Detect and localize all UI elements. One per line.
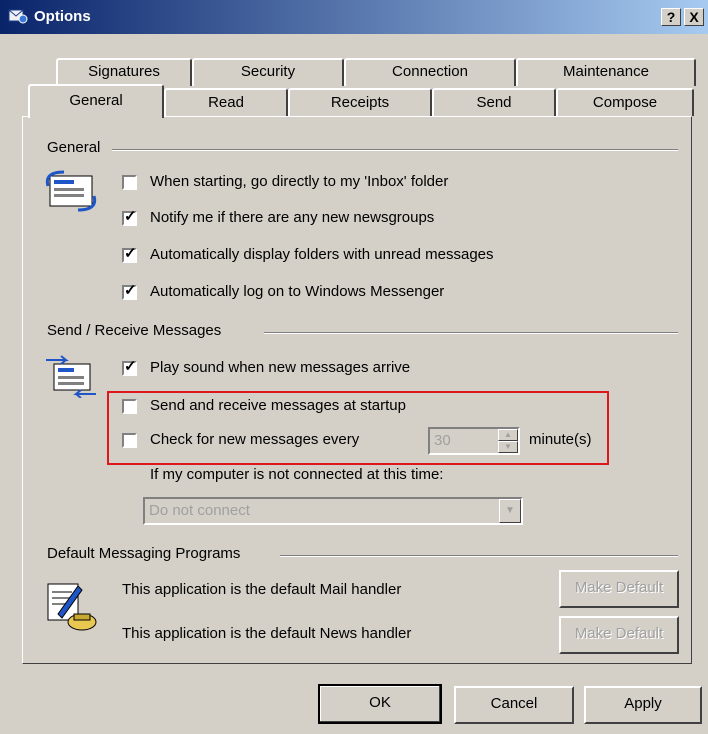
mail-news-handler-icon (47, 583, 97, 631)
title-bar[interactable]: Options ? X (0, 0, 708, 34)
display-unread-folders-label[interactable]: Automatically display folders with unrea… (150, 246, 494, 263)
play-sound-checkbox[interactable]: ✓ (122, 358, 137, 376)
check-every-checkbox[interactable] (122, 433, 137, 448)
send-receive-startup-checkbox[interactable] (122, 399, 137, 414)
tab-send[interactable]: Send (432, 88, 556, 116)
tab-label: Signatures (88, 63, 160, 80)
send-receive-group-label: Send / Receive Messages (47, 322, 228, 339)
group-divider (280, 555, 678, 557)
minutes-value: 30 (434, 432, 451, 449)
checkmark-icon: ✓ (124, 208, 137, 225)
not-connected-label: If my computer is not connected at this … (150, 466, 444, 483)
tab-label: Connection (392, 63, 468, 80)
tab-security[interactable]: Security (192, 58, 344, 86)
play-sound-label[interactable]: Play sound when new messages arrive (150, 359, 410, 376)
tab-read[interactable]: Read (164, 88, 288, 116)
group-divider (264, 332, 678, 334)
help-button[interactable]: ? (661, 8, 681, 26)
checkmark-icon: ✓ (124, 282, 137, 299)
news-handler-text: This application is the default News han… (122, 625, 412, 642)
start-in-inbox-label[interactable]: When starting, go directly to my 'Inbox'… (150, 173, 448, 190)
checkmark-icon: ✓ (124, 245, 137, 262)
notify-newsgroups-checkbox[interactable]: ✓ (122, 208, 137, 226)
window-title: Options (34, 8, 91, 25)
group-divider (112, 149, 678, 151)
connection-dropdown[interactable]: Do not connect ▼ (143, 497, 523, 525)
options-dialog: Options ? X Signatures Security Connecti… (0, 0, 708, 734)
logon-messenger-checkbox[interactable]: ✓ (122, 282, 137, 300)
tab-label: Security (240, 63, 296, 80)
spin-up-icon[interactable]: ▲ (498, 429, 518, 441)
start-in-inbox-checkbox[interactable] (122, 175, 137, 190)
apply-button[interactable]: Apply (584, 686, 702, 724)
close-button[interactable]: X (684, 8, 704, 26)
tab-signatures[interactable]: Signatures (56, 58, 192, 86)
spin-down-icon[interactable]: ▼ (498, 441, 518, 453)
tab-connection[interactable]: Connection (344, 58, 516, 86)
send-receive-icon (46, 355, 96, 398)
make-default-mail-button[interactable]: Make Default (559, 570, 679, 608)
notify-newsgroups-label[interactable]: Notify me if there are any new newsgroup… (150, 209, 434, 226)
check-every-label[interactable]: Check for new messages every (150, 431, 359, 448)
tab-compose[interactable]: Compose (556, 88, 694, 116)
tab-label: Maintenance (563, 63, 649, 80)
ok-button[interactable]: OK (318, 684, 442, 724)
tab-label: Read (208, 94, 244, 111)
make-default-news-button[interactable]: Make Default (559, 616, 679, 654)
tab-label: General (69, 92, 123, 109)
mail-handler-text: This application is the default Mail han… (122, 581, 402, 598)
chevron-down-icon[interactable]: ▼ (499, 499, 521, 523)
checkmark-icon: ✓ (124, 358, 137, 375)
logon-messenger-label[interactable]: Automatically log on to Windows Messenge… (150, 283, 444, 300)
tab-general[interactable]: General (28, 84, 164, 118)
cancel-button[interactable]: Cancel (454, 686, 574, 724)
tab-receipts[interactable]: Receipts (288, 88, 432, 116)
dropdown-value: Do not connect (149, 502, 250, 519)
minutes-spinner[interactable]: 30 ▲ ▼ (428, 427, 520, 455)
inbox-mail-icon (45, 170, 97, 212)
display-unread-folders-checkbox[interactable]: ✓ (122, 245, 137, 263)
tab-label: Compose (592, 94, 658, 111)
tab-label: Receipts (330, 94, 390, 111)
minutes-unit-label: minute(s) (529, 431, 592, 448)
default-programs-group-label: Default Messaging Programs (47, 545, 247, 562)
send-receive-startup-label[interactable]: Send and receive messages at startup (150, 397, 406, 414)
general-group-label: General (47, 139, 107, 156)
tab-maintenance[interactable]: Maintenance (516, 58, 696, 86)
options-app-icon (8, 9, 28, 24)
tab-label: Send (476, 94, 512, 111)
